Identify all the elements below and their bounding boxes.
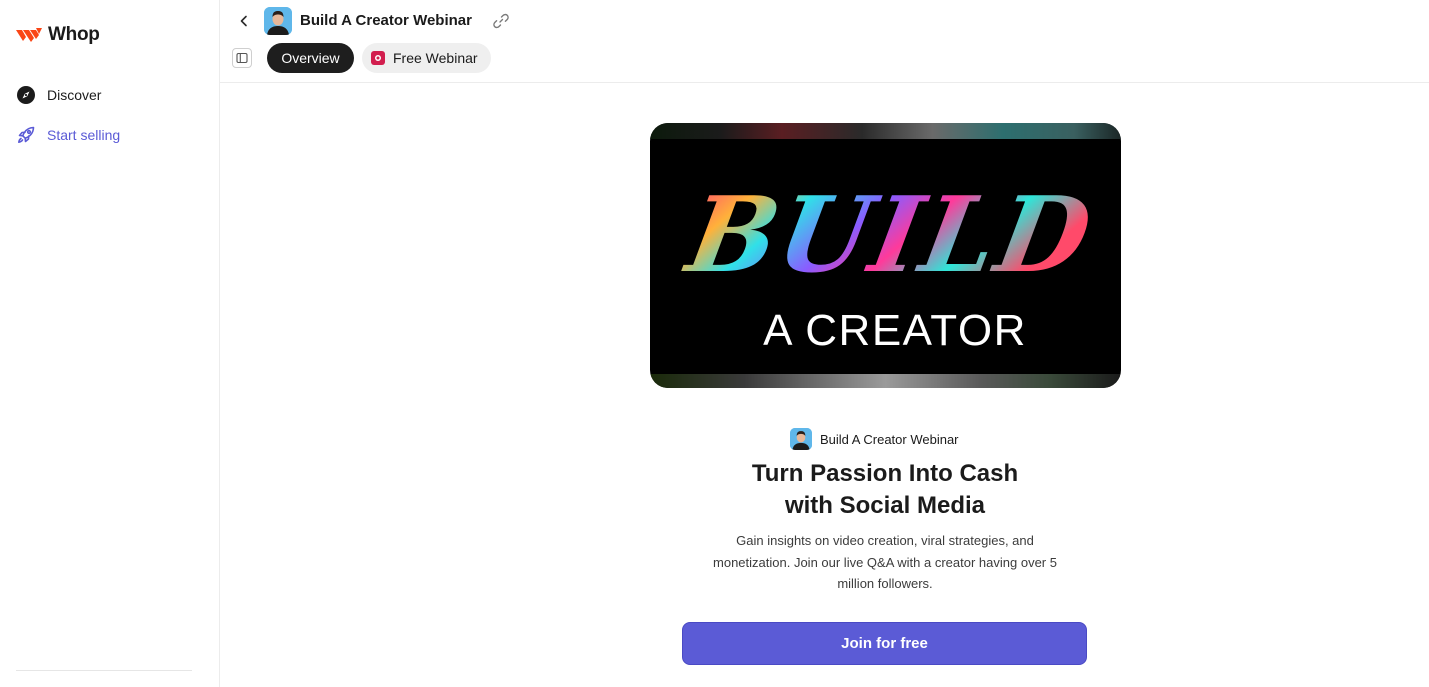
back-button[interactable]	[234, 11, 254, 31]
whop-logo-icon	[16, 28, 42, 42]
page-title: Build A Creator Webinar	[300, 12, 472, 29]
banner-title-build: BUILD	[676, 174, 1101, 296]
join-for-free-button[interactable]: Join for free	[682, 622, 1087, 665]
webinar-icon	[371, 51, 385, 65]
creator-avatar	[790, 428, 812, 450]
tab-free-webinar[interactable]: Free Webinar	[362, 43, 491, 73]
app-root: Whop Discover Start selling Build A Crea…	[0, 0, 1429, 687]
join-button-label: Join for free	[841, 635, 928, 652]
creator-avatar	[264, 7, 292, 35]
product-headline: Turn Passion Into Cash with Social Media	[685, 458, 1085, 522]
tab-label: Free Webinar	[393, 50, 478, 66]
chevron-left-icon	[240, 15, 247, 27]
sidebar: Whop Discover Start selling	[0, 0, 220, 687]
brand-name: Whop	[48, 24, 100, 45]
tab-overview[interactable]: Overview	[267, 43, 354, 73]
sidebar-item-label: Discover	[47, 87, 102, 103]
product-name: Build A Creator Webinar	[820, 431, 959, 447]
headline-line-1: Turn Passion Into Cash	[751, 460, 1019, 487]
product-description: Gain insights on video creation, viral s…	[713, 533, 1057, 591]
sidebar-item-start-selling[interactable]: Start selling	[16, 125, 120, 145]
compass-icon	[16, 85, 36, 105]
banner-title-creator: A CREATOR	[763, 306, 1027, 355]
sidebar-panel-icon	[236, 52, 248, 64]
banner-artwork: BUILD A CREATOR	[676, 174, 1101, 355]
sidebar-item-discover[interactable]: Discover	[16, 85, 101, 105]
whop-logo[interactable]: Whop	[15, 24, 100, 46]
tab-label: Overview	[281, 50, 340, 66]
page-header: Build A Creator Webinar Overview Free We…	[220, 0, 1429, 83]
panel-toggle-button[interactable]	[232, 48, 252, 68]
rocket-icon	[16, 125, 36, 145]
product-banner-image: BUILD A CREATOR	[650, 123, 1121, 388]
link-icon[interactable]	[492, 12, 510, 30]
headline-line-2: with Social Media	[784, 492, 986, 519]
product-owner[interactable]: Build A Creator Webinar	[790, 428, 959, 450]
sidebar-divider	[16, 670, 192, 671]
sidebar-item-label: Start selling	[47, 127, 121, 143]
